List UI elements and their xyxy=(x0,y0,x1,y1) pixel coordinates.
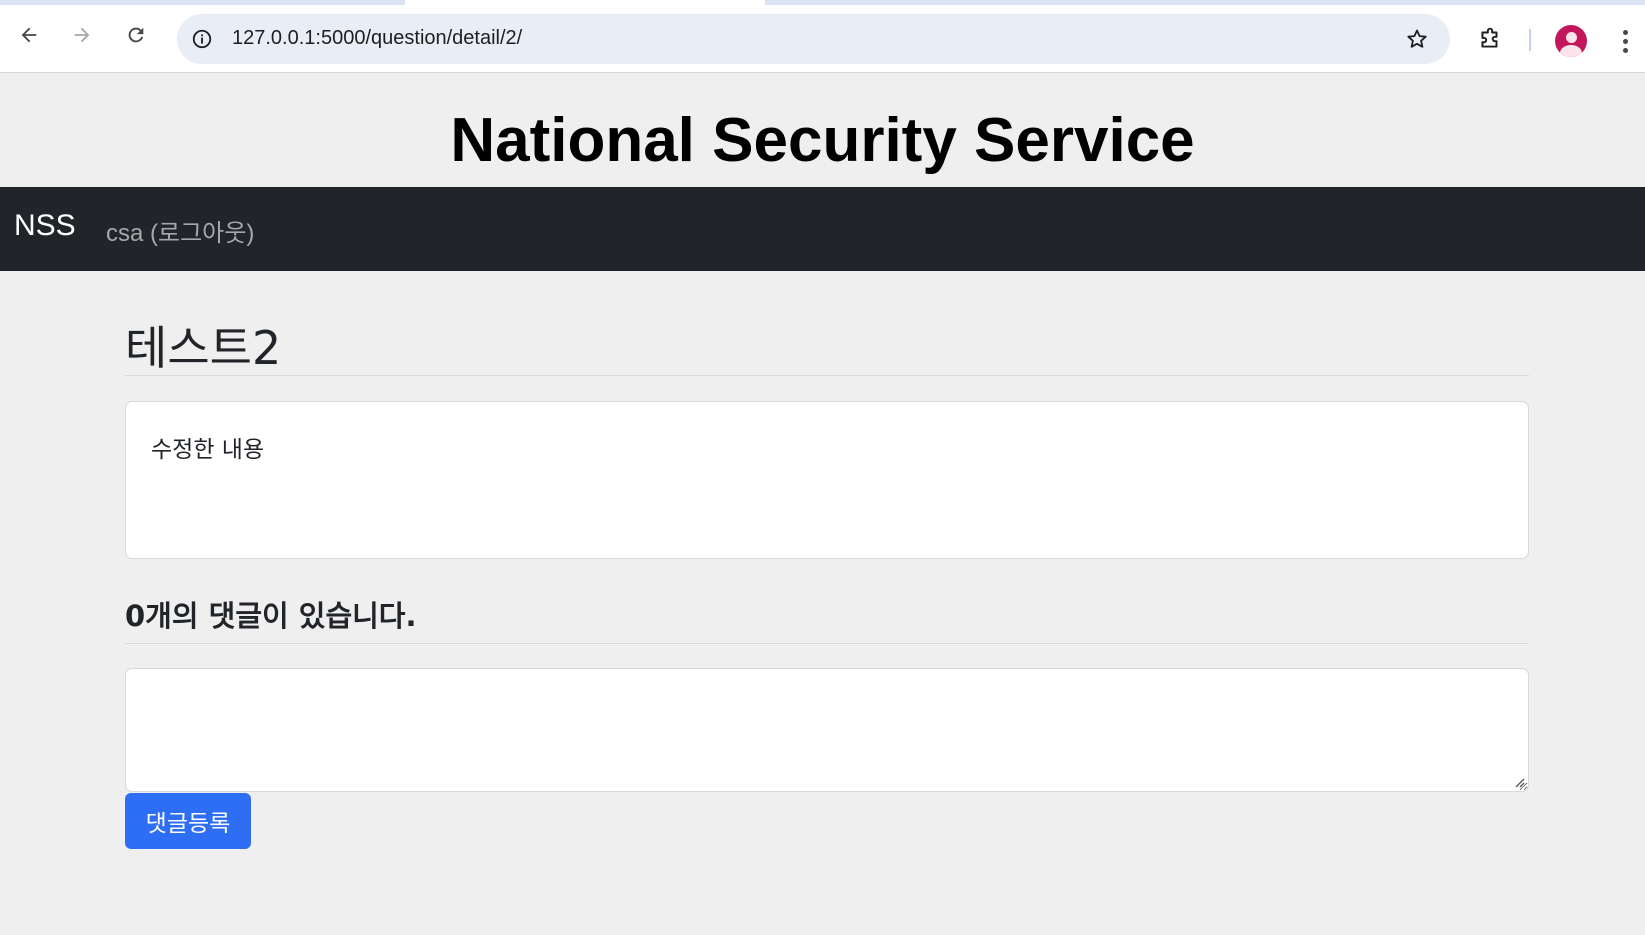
browser-toolbar: 127.0.0.1:5000/question/detail/2/ xyxy=(0,5,1645,73)
navbar-brand[interactable]: NSS xyxy=(14,209,76,243)
reload-button[interactable] xyxy=(120,19,152,51)
site-info-button[interactable] xyxy=(189,26,215,52)
site-header: National Security Service xyxy=(0,74,1645,187)
extensions-button[interactable] xyxy=(1475,24,1505,54)
reload-icon xyxy=(128,27,144,43)
logout-link[interactable]: csa (로그아웃) xyxy=(106,213,254,248)
question-content-card: 수정한 내용 xyxy=(125,401,1529,559)
question-subject: 테스트2 xyxy=(125,321,282,375)
submit-answer-button[interactable]: 댓글등록 xyxy=(125,793,251,849)
question-content: 수정한 내용 xyxy=(151,437,265,463)
forward-button[interactable] xyxy=(66,19,98,51)
puzzle-icon xyxy=(1481,27,1498,48)
arrow-left-icon xyxy=(21,27,37,43)
arrow-right-icon xyxy=(74,27,90,43)
back-button[interactable] xyxy=(13,19,45,51)
resize-grip-icon[interactable] xyxy=(1513,776,1525,788)
info-icon xyxy=(192,29,212,49)
avatar-body xyxy=(1560,45,1582,57)
profile-avatar[interactable] xyxy=(1555,25,1587,57)
kebab-menu-icon[interactable] xyxy=(1612,23,1638,59)
answer-count: 0개의 댓글이 있습니다. xyxy=(125,599,417,633)
divider xyxy=(125,375,1529,376)
star-icon xyxy=(1407,29,1427,48)
avatar-head xyxy=(1566,32,1577,43)
toolbar-separator xyxy=(1529,29,1531,51)
bookmark-button[interactable] xyxy=(1404,26,1430,52)
navbar: NSS csa (로그아웃) xyxy=(0,187,1645,271)
url-text[interactable]: 127.0.0.1:5000/question/detail/2/ xyxy=(232,27,522,50)
site-title: National Security Service xyxy=(450,106,1195,175)
answer-content-input[interactable] xyxy=(125,668,1529,792)
divider xyxy=(125,643,1529,644)
address-bar[interactable]: 127.0.0.1:5000/question/detail/2/ xyxy=(177,14,1450,64)
